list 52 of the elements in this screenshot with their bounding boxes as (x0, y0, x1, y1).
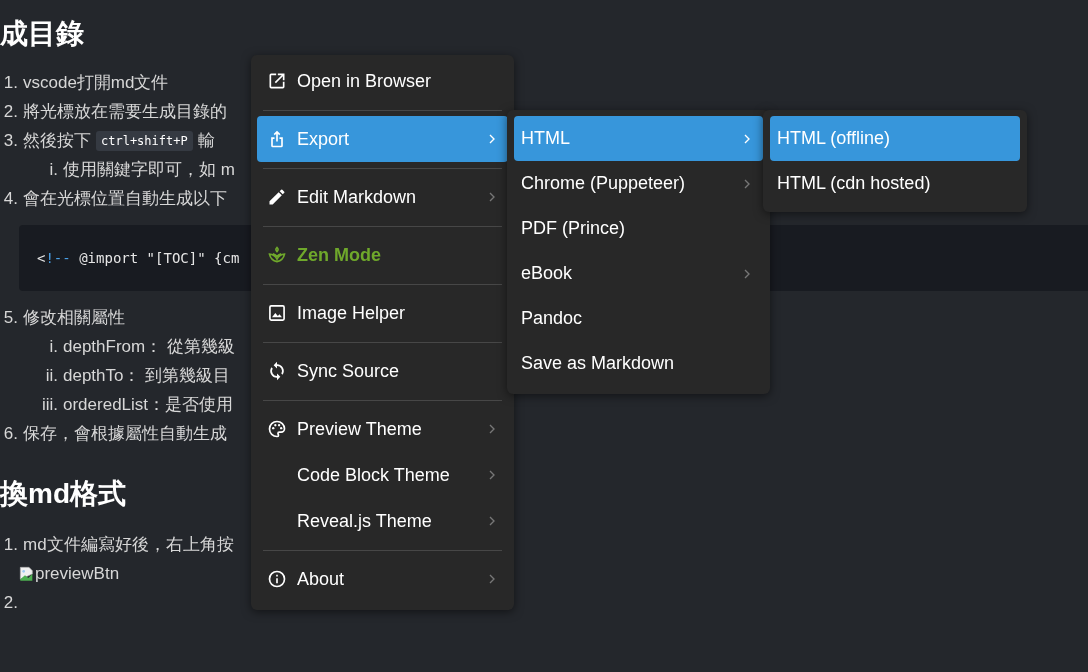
menu-item[interactable]: Edit Markdown (257, 174, 508, 220)
list-marker: i. (48, 336, 58, 357)
menu-item[interactable]: Image Helper (257, 290, 508, 336)
image-alt-text: previewBtn (35, 563, 120, 584)
menu-item[interactable]: HTML (cdn hosted) (770, 161, 1020, 206)
list-item-text: orderedList：是否使用 (63, 394, 234, 416)
info-icon (267, 569, 287, 589)
palette-icon (267, 419, 287, 439)
list-item-text: 將光標放在需要生成目錄的 (23, 101, 227, 123)
broken-image-icon (19, 565, 35, 582)
list-item-text: 輸 (197, 130, 215, 152)
list-marker: 1. (2, 534, 18, 555)
menu-item[interactable]: eBook (514, 251, 763, 296)
list-item-text: depthFrom： 從第幾級 (63, 336, 235, 358)
menu-item[interactable]: Chrome (Puppeteer) (514, 161, 763, 206)
menu-item[interactable]: PDF (Prince) (514, 206, 763, 251)
pencil-icon (267, 187, 287, 207)
code-line: <!-- @import "[TOC]" {cm (37, 250, 240, 266)
list-item-text: 會在光標位置自動生成以下 (23, 188, 227, 210)
list-item-text: md文件編寫好後，右上角按 (23, 534, 234, 556)
sprout-icon (267, 245, 287, 265)
list-item-text: 保存，會根據屬性自動生成 (23, 423, 227, 445)
list-item-text: 修改相關屬性 (23, 307, 125, 329)
inline-code: ctrl+shift+P (96, 130, 193, 151)
list-item-text: 使用關鍵字即可，如 m (63, 159, 235, 181)
heading: 換md格式 (0, 477, 126, 511)
menu-item[interactable]: Reveal.js Theme (257, 498, 508, 544)
list-marker: 2. (2, 101, 18, 122)
menu-item[interactable]: Sync Source (257, 348, 508, 394)
list-item-text: 然後按下 (23, 130, 91, 152)
list-marker: ii. (44, 365, 58, 386)
menu-item[interactable]: Pandoc (514, 296, 763, 341)
list-marker: 5. (2, 307, 18, 328)
list-item-text: vscode打開md文件 (23, 72, 169, 94)
list-marker: 1. (2, 72, 18, 93)
list-marker: iii. (40, 394, 58, 415)
menu-item[interactable]: Code Block Theme (257, 452, 508, 498)
list-marker: 3. (2, 130, 18, 151)
list-marker: 2. (2, 592, 18, 613)
list-item-text: depthTo： 到第幾級目 (63, 365, 231, 387)
list-marker: 4. (2, 188, 18, 209)
list-marker: i. (48, 159, 58, 180)
menu-item[interactable]: Save as Markdown (514, 341, 763, 386)
sync-icon (267, 361, 287, 381)
external-link-icon (267, 71, 287, 91)
menu-item[interactable]: Zen Mode (257, 232, 508, 278)
menu-item[interactable]: About (257, 556, 508, 602)
heading: 成目錄 (0, 17, 84, 51)
list-marker: 6. (2, 423, 18, 444)
menu-item[interactable]: Preview Theme (257, 406, 508, 452)
image-icon (267, 303, 287, 323)
menu-item[interactable]: Open in Browser (257, 58, 508, 104)
